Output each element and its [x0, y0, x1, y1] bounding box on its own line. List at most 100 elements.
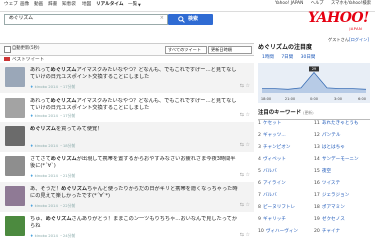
auto-update-checkbox[interactable]	[4, 46, 11, 53]
yahoo-logo[interactable]: YAHOO! JAPAN	[308, 11, 370, 35]
avatar[interactable]	[5, 156, 25, 176]
keyword-label: ヴィハーヴィン	[265, 229, 299, 234]
crown-icon	[4, 57, 10, 61]
tweet-row: あれってめぐリズムアイマスクみたいなやつ？どなんも、でもこれですげー…と見てなし…	[0, 63, 254, 93]
keyword-label: ヴィベット	[262, 157, 286, 162]
keyword-item[interactable]: 8 ピーヌリフトレ	[258, 205, 295, 211]
keyword-rank: 20	[314, 229, 320, 234]
nav-dict[interactable]: 辞書	[48, 2, 57, 8]
keyword-item[interactable]: 15 夜空	[314, 169, 332, 175]
keywords-update: (更新)	[303, 110, 314, 115]
tweet-meta-line: ♦ kinoko 2014 ・21分前	[30, 174, 75, 178]
search-button[interactable]: 検索	[168, 14, 213, 25]
keywords-title-text: 注目のキーワード	[258, 110, 302, 116]
favorite-icon[interactable]: ☆	[246, 112, 250, 118]
favorite-icon[interactable]: ☆	[246, 232, 250, 238]
nav-list[interactable]: 一覧	[128, 2, 137, 8]
keyword-item[interactable]: 18 ポアマミン	[314, 205, 345, 211]
chevron-down-icon[interactable]: ▼	[138, 3, 141, 8]
tweet-meta[interactable]: kinoko 2014 ・17分前	[35, 113, 76, 118]
keyword-item[interactable]: 16 ツイステ	[314, 181, 340, 187]
tab-1h[interactable]: 1時間	[262, 55, 274, 60]
x-tick-label: 0:00	[310, 97, 319, 101]
nav-realtime[interactable]: リアルタイム	[96, 2, 123, 8]
x-tick-label: 21:00	[285, 97, 296, 101]
top-links: Yahoo! JAPAN ヘルプ スマホもYahoo!検索	[269, 1, 371, 6]
nav-images[interactable]: 画像	[20, 2, 29, 8]
keyword-label: 夜空	[321, 169, 332, 174]
attention-chart: 29 18:00 21:00 0:00 3:00 6:00	[258, 63, 370, 103]
tweet-text: あれってめぐリズムアイマスクみたいなやつ？どなんも、でもこれですげー…と見てなし…	[30, 67, 238, 81]
tweet-keyword: めぐリズム	[61, 186, 88, 192]
favorite-icon[interactable]: ☆	[246, 83, 250, 89]
tab-30d[interactable]: 30日間	[301, 55, 316, 60]
scope-dropdown[interactable]: すべてのツイート	[165, 46, 207, 54]
keyword-item[interactable]: 9 ギャリッチ	[258, 217, 286, 223]
tweet-row: あれってめぐリズムアイマスクみたいなやつ？どなんも、でもこれですげー…と見てなし…	[0, 94, 254, 122]
keyword-item[interactable]: 1 ケセット	[258, 121, 281, 127]
keyword-label: ギャッツ...	[262, 133, 286, 138]
search-input[interactable]: めぐリズム ×	[4, 14, 168, 25]
keyword-item[interactable]: 11 あれたきゃとうも	[314, 121, 359, 127]
keyword-item[interactable]: 14 サンデーモーニン	[314, 157, 359, 163]
tweet-actions: ⇆ ☆	[240, 233, 250, 238]
keyword-item[interactable]: 7 バルバ	[258, 193, 277, 199]
avatar[interactable]	[5, 216, 25, 236]
tweet-meta[interactable]: kinoko 2014 ・18分前	[35, 143, 76, 148]
tweet-keyword: めぐリズム	[50, 98, 77, 104]
link-yahoo-japan[interactable]: Yahoo! JAPAN	[275, 1, 303, 6]
keyword-item[interactable]: 6 アイライン	[258, 181, 286, 187]
logo-sub: JAPAN	[349, 26, 362, 31]
nav-map[interactable]: 地図	[82, 2, 91, 8]
tweet-meta[interactable]: kinoko 2014 ・17分前	[35, 84, 76, 89]
favorite-icon[interactable]: ☆	[246, 172, 250, 178]
nav-chiebukuro[interactable]: 知恵袋	[62, 2, 76, 8]
keyword-item[interactable]: 5 バルバ	[258, 169, 277, 175]
keyword-item[interactable]: 19 ゼクセノス	[314, 217, 345, 223]
keyword-item[interactable]: 10 ヴィハーヴィン	[258, 229, 299, 235]
avatar[interactable]	[5, 67, 25, 87]
sort-value: 更新日時順	[211, 47, 232, 52]
login-link[interactable]: [ログイン]	[349, 37, 369, 42]
keyword-item[interactable]: 12 パンテル	[314, 133, 340, 139]
keyword-item[interactable]: 17 ジェラジョン	[314, 193, 350, 199]
tweet-text: さてさてめぐリズムが出現して携帯を置するからおやすみなさいお疲れさま今夜3時間半…	[30, 156, 238, 170]
scope-value: すべてのツイート	[168, 47, 202, 52]
tweet-text: あ、そうだ！めぐリズムちゃんと使ったりからだの日がキリと携帯を隠くなっちゃった時…	[30, 186, 238, 200]
tweet-meta-line: ♦ kinoko 2014 ・17分前	[30, 85, 75, 89]
tweet-meta[interactable]: kinoko 2014 ・21分前	[35, 173, 76, 178]
keyword-rank: 16	[314, 181, 320, 186]
tweet-text: ちゅ、めぐリズムさんありがとう！ままこのン一ツもりちちゃ…おいなんで見したってか…	[30, 216, 238, 230]
tab-7d[interactable]: 7日間	[281, 55, 293, 60]
keyword-rank: 17	[314, 193, 320, 198]
keyword-label: アイライン	[262, 181, 286, 186]
keyword-item[interactable]: 3 チャンピオン	[258, 145, 290, 151]
clear-icon[interactable]: ×	[160, 16, 164, 21]
favorite-icon[interactable]: ☆	[246, 142, 250, 148]
favorite-icon[interactable]: ☆	[246, 202, 250, 208]
avatar[interactable]	[5, 98, 25, 118]
link-smartphone[interactable]: スマホもYahoo!検索	[331, 1, 371, 6]
link-help[interactable]: ヘルプ	[311, 1, 324, 6]
keyword-item[interactable]: 4 ヴィベット	[258, 157, 286, 163]
avatar[interactable]	[5, 186, 25, 206]
keyword-item[interactable]: 13 はとはちゃ	[314, 145, 345, 151]
tweet-meta-line: ♦ kinoko 2014 ・18分前	[30, 144, 75, 148]
keyword-rank: 15	[314, 169, 320, 174]
keyword-label: ギャリッチ	[262, 217, 286, 222]
tweet-meta[interactable]: kinoko 2014 ・22分前	[35, 203, 76, 208]
keyword-label: ジェラジョン	[321, 193, 350, 198]
nav-web[interactable]: ウェブ	[4, 2, 18, 8]
tweet-text: めぐリズムを買ってみて使覚！	[30, 126, 238, 140]
keyword-rank: 13	[314, 145, 320, 150]
tweet-text: あれってめぐリズムアイマスクみたいなやつ？どなんも、でもこれですげー…と見てなし…	[30, 98, 238, 112]
keyword-rank: 4	[258, 157, 261, 162]
keyword-item[interactable]: 2 ギャッツ...	[258, 133, 286, 139]
keyword-item[interactable]: 20 チャイナ	[314, 229, 340, 235]
sort-dropdown[interactable]: 更新日時順	[208, 46, 252, 54]
keyword-rank: 8	[258, 205, 261, 210]
avatar[interactable]	[5, 126, 25, 146]
tweet-meta[interactable]: kinoko 2014 ・24分前	[35, 233, 76, 238]
tweet-keyword: めぐリズム	[30, 126, 56, 132]
nav-video[interactable]: 動画	[34, 2, 43, 8]
